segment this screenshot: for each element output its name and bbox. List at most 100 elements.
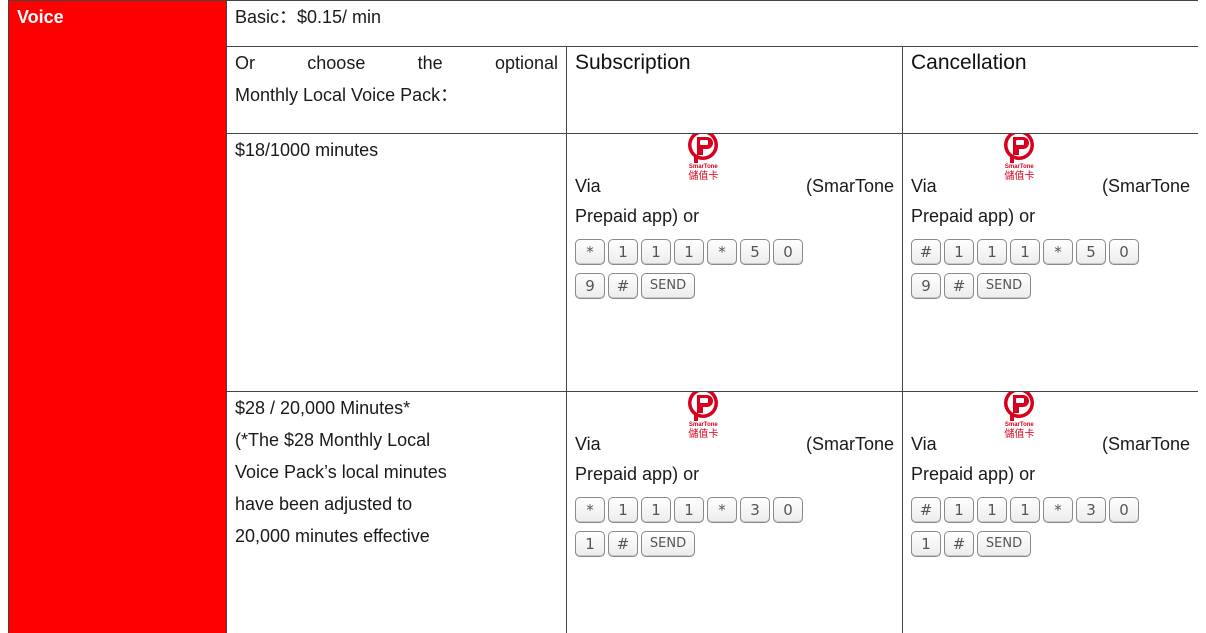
dial-key: 9 (575, 273, 605, 299)
plan-name-line: $28 / 20,000 Minutes* (235, 398, 411, 418)
prepaid-app-suffix: Prepaid app) or (575, 206, 700, 226)
dial-code-row2: 1 # SEND (911, 530, 1190, 558)
plan-name-cell: $28 / 20,000 Minutes* (*The $28 Monthly L… (226, 391, 567, 633)
dial-key: 3 (1076, 497, 1106, 523)
app-name-text: (SmarTone (805, 434, 894, 454)
icon-chinese: 儲值卡 (1004, 171, 1035, 182)
dial-key: 0 (773, 239, 803, 265)
dial-key: 1 (944, 239, 974, 265)
dial-key: 1 (608, 497, 638, 523)
dial-key: # (944, 273, 974, 299)
icon-chinese: 儲值卡 (688, 429, 719, 440)
icon-caption: SmarTone (1004, 422, 1034, 428)
subscription-instructions-cell: Via SmarTone 儲值卡 (SmarTone Prepaid app) … (566, 391, 903, 633)
icon-chinese: 儲值卡 (688, 171, 719, 182)
dial-code-row1: * 1 1 1 * 5 0 (575, 238, 894, 266)
dial-key: # (911, 497, 941, 523)
prepaid-app-suffix: Prepaid app) or (911, 206, 1036, 226)
optional-pack-line1: Or choose the optional (235, 53, 558, 73)
via-line: Via SmarTone 儲值卡 (SmarTone (911, 134, 1190, 201)
basic-rate-cell: Basic：$0.15/ min (226, 0, 1198, 47)
send-key: SEND (641, 273, 695, 299)
plan-name-line: $18/1000 minutes (235, 140, 379, 160)
dial-key: 1 (674, 497, 704, 523)
dial-key: 1 (641, 239, 671, 265)
dial-code-row1: #1 1 1 * 5 0 (911, 238, 1190, 266)
basic-rate-text: Basic：$0.15/ min (235, 7, 382, 27)
via-line: Via SmarTone 儲值卡 (SmarTone (575, 134, 894, 201)
dial-key: 1 (944, 497, 974, 523)
smartone-logo-icon (688, 134, 719, 163)
send-key: SEND (977, 273, 1031, 299)
smartone-prepaid-app-icon[interactable]: SmarTone 儲值卡 (680, 134, 726, 191)
dial-key: 0 (773, 497, 803, 523)
dial-key: 1 (1010, 239, 1040, 265)
subscription-instructions-cell: Via SmarTone 儲值卡 (SmarTone Prepaid app) … (566, 133, 903, 392)
dial-key: 5 (1076, 239, 1106, 265)
dial-key: 3 (740, 497, 770, 523)
optional-pack-line2: Monthly Local Voice Pack： (235, 85, 459, 105)
smartone-logo-icon (1004, 392, 1035, 421)
via-line: Via SmarTone 儲值卡 (SmarTone (575, 392, 894, 459)
send-key: SEND (977, 531, 1031, 557)
send-key: SEND (641, 531, 695, 557)
dial-key: * (707, 239, 737, 265)
icon-caption: SmarTone (1004, 164, 1034, 170)
dial-code-row2: 9 # SEND (911, 272, 1190, 300)
via-text: Via (911, 176, 937, 196)
dial-key: # (944, 531, 974, 557)
cancellation-instructions-cell: Via SmarTone 儲值卡 (SmarTone Prepaid app) … (902, 133, 1198, 392)
dial-key: 1 (977, 497, 1007, 523)
dial-key: 1 (1010, 497, 1040, 523)
icon-caption: SmarTone (688, 164, 718, 170)
dial-key: # (608, 273, 638, 299)
dial-key: 1 (608, 239, 638, 265)
dial-code-row1: * 1 1 1 * 3 0 (575, 496, 894, 524)
icon-caption: SmarTone (688, 422, 718, 428)
dial-key: 9 (911, 273, 941, 299)
dial-code-row1: #1 1 1 * 3 0 (911, 496, 1190, 524)
smartone-logo-icon (1004, 134, 1035, 163)
optional-pack-cell: Or choose the optional Monthly Local Voi… (226, 46, 567, 134)
via-line: Via SmarTone 儲值卡 (SmarTone (911, 392, 1190, 459)
dial-key: 1 (977, 239, 1007, 265)
via-text: Via (575, 176, 601, 196)
app-name-text: (SmarTone (805, 176, 894, 196)
subscription-header: Subscription (575, 51, 691, 74)
dial-key: * (1043, 497, 1073, 523)
smartone-prepaid-app-icon[interactable]: SmarTone 儲值卡 (996, 392, 1042, 449)
dial-key: * (575, 239, 605, 265)
smartone-prepaid-app-icon[interactable]: SmarTone 儲值卡 (680, 392, 726, 449)
dial-key: 1 (575, 531, 605, 557)
plan-name-line: Voice Pack’s local minutes (235, 462, 447, 482)
page: Voice Basic：$0.15/ min Or choose the opt… (8, 0, 1198, 633)
basic-rate-row: Voice Basic：$0.15/ min (8, 0, 1198, 633)
dial-key: 5 (740, 239, 770, 265)
cancellation-instructions-cell: Via SmarTone 儲值卡 (SmarTone Prepaid app) … (902, 391, 1198, 633)
smartone-logo-icon (688, 392, 719, 421)
plan-name-line: (*The $28 Monthly Local (235, 430, 431, 450)
dial-key: 0 (1109, 497, 1139, 523)
smartone-prepaid-app-icon[interactable]: SmarTone 儲值卡 (996, 134, 1042, 191)
dial-key: 1 (674, 239, 704, 265)
dial-key: * (575, 497, 605, 523)
cancellation-header: Cancellation (911, 51, 1027, 74)
dial-key: * (707, 497, 737, 523)
dial-key: 1 (641, 497, 671, 523)
dial-key: # (911, 239, 941, 265)
app-name-text: (SmarTone (1101, 176, 1190, 196)
dial-key: * (1043, 239, 1073, 265)
dial-key: 0 (1109, 239, 1139, 265)
via-text: Via (575, 434, 601, 454)
voice-plan-table: Voice Basic：$0.15/ min Or choose the opt… (8, 0, 1198, 633)
dial-code-row2: 9 # SEND (575, 272, 894, 300)
app-name-text: (SmarTone (1101, 434, 1190, 454)
dial-code-row2: 1 # SEND (575, 530, 894, 558)
via-text: Via (911, 434, 937, 454)
voice-category-cell: Voice (8, 0, 227, 633)
dial-key: 1 (911, 531, 941, 557)
cancellation-header-cell: Cancellation (902, 46, 1198, 134)
plan-name-cell: $18/1000 minutes (226, 133, 567, 392)
plan-name-line: 20,000 minutes effective (235, 526, 430, 546)
icon-chinese: 儲值卡 (1004, 429, 1035, 440)
